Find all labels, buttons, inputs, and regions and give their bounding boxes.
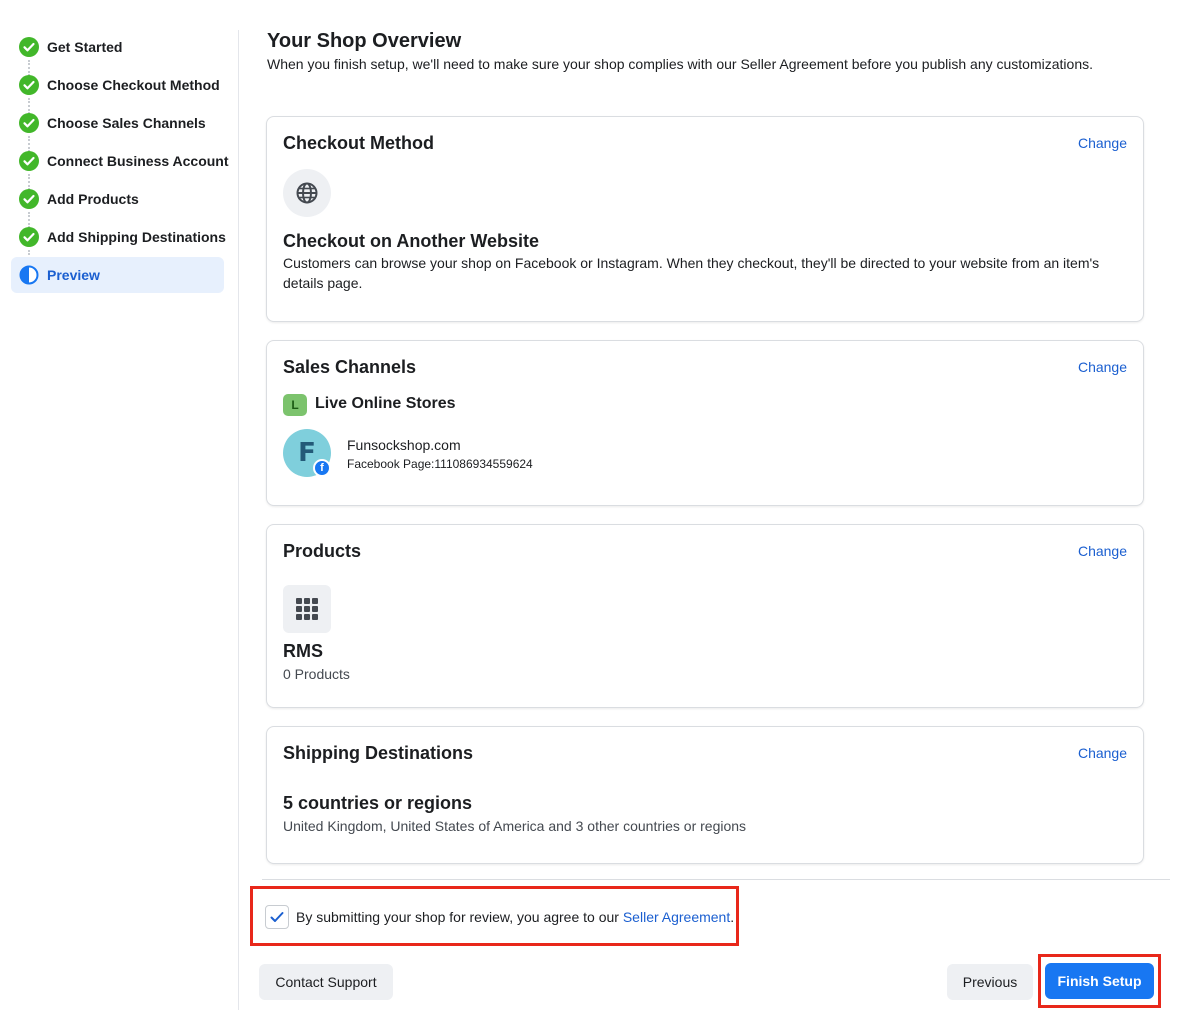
agreement-checkbox[interactable] — [265, 905, 289, 929]
grid-icon-container — [283, 585, 331, 633]
sidebar-step-add-products[interactable]: Add Products — [11, 181, 224, 217]
store-page-id: Facebook Page:111086934559624 — [347, 457, 533, 471]
change-products-link[interactable]: Change — [1078, 543, 1127, 559]
change-checkout-link[interactable]: Change — [1078, 135, 1127, 151]
card-title: Shipping Destinations — [283, 743, 474, 763]
previous-button[interactable]: Previous — [947, 964, 1033, 1000]
catalog-name: RMS — [283, 641, 323, 661]
sidebar-step-sales-channels[interactable]: Choose Sales Channels — [11, 105, 224, 141]
sidebar-step-checkout-method[interactable]: Choose Checkout Method — [11, 67, 224, 103]
globe-icon — [296, 182, 318, 204]
card-title: Checkout Method — [283, 133, 434, 153]
agreement-highlight: By submitting your shop for review, you … — [250, 886, 739, 946]
finish-highlight: Finish Setup — [1038, 954, 1161, 1008]
agreement-suffix: . — [730, 909, 735, 925]
sidebar-step-preview[interactable]: Preview — [11, 257, 224, 293]
check-circle-icon — [19, 75, 39, 95]
checkout-method-name: Checkout on Another Website — [283, 231, 540, 251]
check-circle-icon — [19, 189, 39, 209]
globe-icon-container — [283, 169, 331, 217]
footer-divider — [262, 879, 1170, 880]
live-status-badge: L — [283, 394, 307, 416]
product-count: 0 Products — [283, 666, 350, 682]
step-label: Preview — [47, 267, 100, 283]
half-circle-icon — [19, 265, 39, 285]
checkmark-icon — [270, 912, 284, 922]
check-circle-icon — [19, 151, 39, 171]
sales-channels-card: Sales Channels Change L Live Online Stor… — [266, 340, 1144, 506]
check-circle-icon — [19, 227, 39, 247]
step-label: Connect Business Account — [47, 153, 229, 169]
change-channels-link[interactable]: Change — [1078, 359, 1127, 375]
checkout-description-line1: Customers can browse your shop on Facebo… — [283, 255, 1100, 271]
setup-sidebar: Get Started Choose Checkout Method Choos… — [0, 0, 238, 1036]
seller-agreement-link[interactable]: Seller Agreement — [623, 909, 730, 925]
sidebar-divider — [238, 30, 239, 1010]
shipping-detail: United Kingdom, United States of America… — [283, 818, 747, 834]
store-name: Funsockshop.com — [347, 437, 461, 453]
finish-setup-button[interactable]: Finish Setup — [1045, 963, 1154, 999]
step-label: Choose Sales Channels — [47, 115, 206, 131]
contact-support-button[interactable]: Contact Support — [259, 964, 393, 1000]
sidebar-step-business-account[interactable]: Connect Business Account — [11, 143, 229, 179]
sidebar-step-get-started[interactable]: Get Started — [11, 29, 224, 65]
card-title: Products — [283, 541, 362, 561]
checkout-description-line2: details page. — [283, 275, 363, 291]
channel-group-label: Live Online Stores — [315, 395, 456, 412]
step-label: Choose Checkout Method — [47, 77, 220, 93]
shipping-summary: 5 countries or regions — [283, 793, 473, 813]
facebook-icon: f — [313, 459, 331, 477]
check-circle-icon — [19, 37, 39, 57]
page-subtitle: When you finish setup, we'll need to mak… — [267, 56, 1093, 72]
agreement-prefix: By submitting your shop for review, you … — [296, 909, 623, 925]
sidebar-step-shipping[interactable]: Add Shipping Destinations — [11, 219, 226, 255]
step-label: Get Started — [47, 39, 123, 55]
grid-icon — [296, 598, 318, 620]
shipping-destinations-card: Shipping Destinations Change 5 countries… — [266, 726, 1144, 864]
change-shipping-link[interactable]: Change — [1078, 745, 1127, 761]
checkout-method-card: Checkout Method Change Checkout on Anoth… — [266, 116, 1144, 322]
check-circle-icon — [19, 113, 39, 133]
products-card: Products Change RMS 0 Products — [266, 524, 1144, 708]
step-label: Add Products — [47, 191, 139, 207]
agreement-text: By submitting your shop for review, you … — [296, 909, 734, 925]
page-title: Your Shop Overview — [267, 30, 462, 52]
step-label: Add Shipping Destinations — [47, 229, 226, 245]
card-title: Sales Channels — [283, 357, 417, 377]
